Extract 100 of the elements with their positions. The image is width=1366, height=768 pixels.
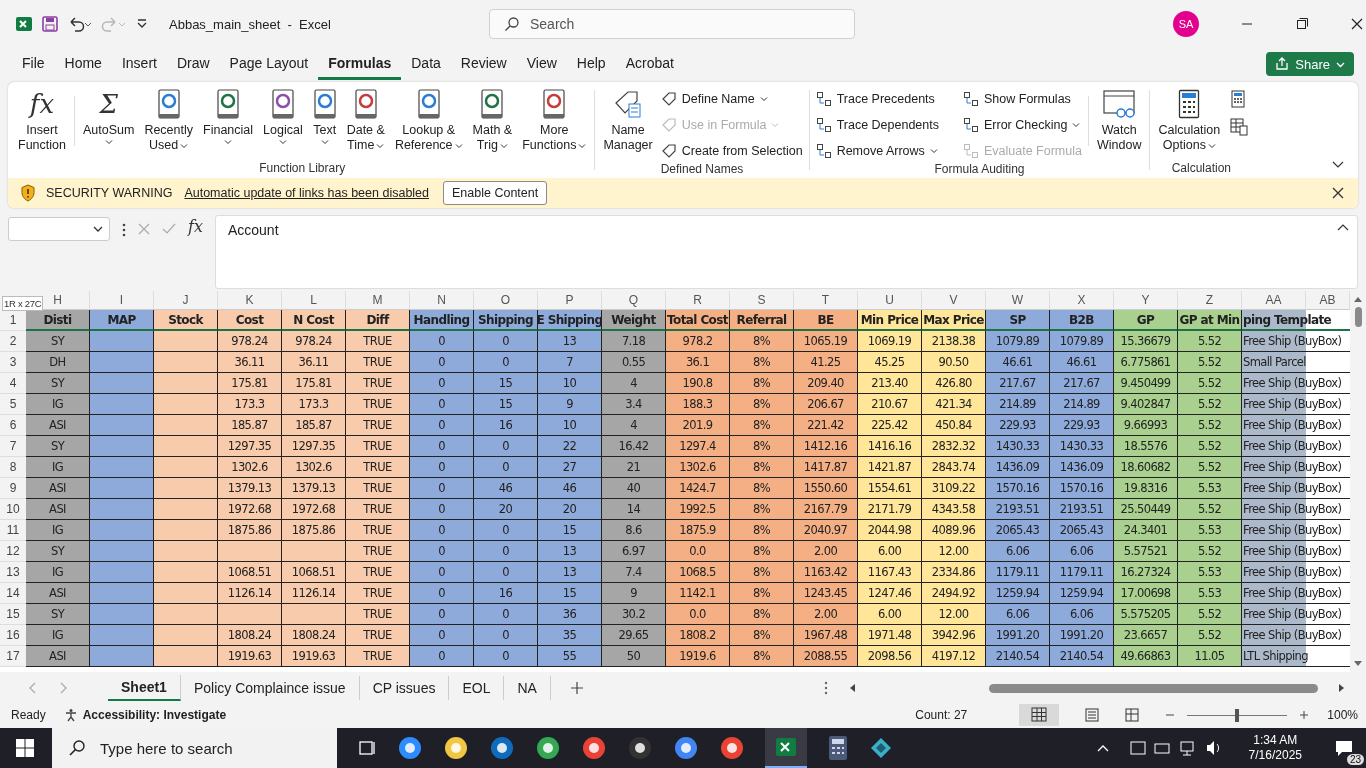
ribbon-button[interactable]: Calculation Options	[1154, 86, 1225, 155]
ribbon-button[interactable]: Name Manager	[599, 86, 657, 155]
share-button[interactable]: Share	[1266, 52, 1354, 76]
column-header[interactable]: AB	[1306, 291, 1350, 310]
ribbon-button[interactable]: Trace Precedents	[813, 88, 941, 110]
ribbon-button[interactable]: Create from Selection	[658, 140, 805, 162]
notification-icon[interactable]	[1334, 739, 1354, 757]
column-header[interactable]: R	[666, 291, 730, 310]
undo-icon[interactable]	[67, 15, 93, 33]
sheet-tab[interactable]: EOL	[449, 676, 505, 700]
row-header[interactable]: 6	[0, 415, 26, 436]
chevron-up-icon[interactable]	[1096, 743, 1109, 753]
column-header[interactable]: V	[922, 291, 986, 310]
scroll-left-icon[interactable]	[848, 683, 856, 693]
ribbon-button[interactable]: Watch Window	[1092, 86, 1146, 155]
warning-link[interactable]: Automatic update of links has been disabled	[184, 186, 429, 200]
menu-tab[interactable]: Home	[54, 48, 112, 80]
menu-tab[interactable]: Review	[450, 48, 517, 80]
sheet-calculator-icon[interactable]	[1230, 118, 1249, 136]
column-header[interactable]: N	[410, 291, 474, 310]
row-header[interactable]: 9	[0, 478, 26, 499]
scroll-right-icon[interactable]	[1338, 683, 1346, 693]
scroll-up-icon[interactable]	[1353, 295, 1363, 303]
maximize-icon[interactable]	[1295, 17, 1309, 31]
ribbon-button[interactable]: Date & Time	[342, 86, 389, 155]
column-header[interactable]: T	[794, 291, 858, 310]
app-icon[interactable]	[719, 735, 745, 761]
menu-tab[interactable]: View	[516, 48, 567, 80]
add-sheet-icon[interactable]	[570, 682, 583, 694]
sheet-tab[interactable]: NA	[504, 676, 551, 700]
ribbon-button[interactable]: Recently Used	[140, 86, 197, 155]
column-header[interactable]: O	[474, 291, 538, 310]
column-header[interactable]: L	[282, 291, 346, 310]
calculator-icon[interactable]	[1230, 90, 1247, 108]
menu-tab[interactable]: File	[12, 48, 55, 80]
diamond-icon[interactable]	[869, 736, 893, 760]
row-header[interactable]: 16	[0, 625, 26, 646]
column-header[interactable]: AA	[1242, 291, 1306, 310]
scroll-thumb[interactable]	[988, 683, 1318, 693]
scroll-down-icon[interactable]	[1353, 660, 1363, 668]
user-avatar[interactable]: SA	[1173, 11, 1199, 37]
close-icon[interactable]	[1350, 17, 1364, 31]
app-icon[interactable]	[489, 735, 515, 761]
ribbon-button[interactable]: Financial	[199, 86, 258, 148]
close-icon[interactable]	[1332, 187, 1344, 199]
page-break-icon[interactable]	[1125, 708, 1140, 722]
taskbar-search-field[interactable]: Type here to search	[52, 728, 337, 768]
menu-tab[interactable]: Acrobat	[615, 48, 684, 80]
more-icon[interactable]	[824, 681, 828, 695]
row-header[interactable]: 12	[0, 541, 26, 562]
ribbon-button[interactable]: Math & Trig	[468, 86, 517, 155]
sheet-tab[interactable]: Sheet1	[108, 675, 181, 701]
check-icon[interactable]	[162, 223, 176, 235]
spreadsheet-app-icon[interactable]	[765, 728, 807, 768]
column-header[interactable]: P	[538, 291, 602, 310]
horizontal-scrollbar[interactable]	[848, 683, 1346, 693]
ribbon-button[interactable]: Logical	[259, 86, 307, 148]
ribbon-button[interactable]: Σ AutoSum	[78, 86, 139, 148]
zoom-slider-thumb[interactable]	[1235, 708, 1240, 722]
menu-tab[interactable]: Page Layout	[219, 48, 319, 80]
ribbon-button[interactable]: Trace Dependents	[813, 114, 941, 136]
grid-view-icon[interactable]	[1019, 704, 1060, 726]
menu-tab[interactable]: Formulas	[318, 48, 402, 80]
row-header[interactable]: 15	[0, 604, 26, 625]
column-header[interactable]: M	[346, 291, 410, 310]
column-header[interactable]: I	[90, 291, 154, 310]
column-header[interactable]: J	[154, 291, 218, 310]
ribbon-button[interactable]: fx Insert Function	[14, 86, 70, 155]
column-header[interactable]: S	[730, 291, 794, 310]
scroll-thumb[interactable]	[1354, 307, 1362, 327]
app-icon[interactable]	[535, 735, 561, 761]
app-icon[interactable]	[673, 735, 699, 761]
search-field[interactable]: Search	[489, 9, 855, 39]
app-icon[interactable]	[581, 735, 607, 761]
ribbon-button[interactable]: Show Formulas	[961, 88, 1084, 110]
column-header[interactable]: U	[858, 291, 922, 310]
more-icon[interactable]	[122, 223, 126, 237]
column-header[interactable]: Q	[602, 291, 666, 310]
row-header[interactable]: 10	[0, 499, 26, 520]
row-header[interactable]: 5	[0, 394, 26, 415]
app-icon[interactable]	[397, 735, 423, 761]
column-header[interactable]: Y	[1114, 291, 1178, 310]
menu-tab[interactable]: Data	[401, 48, 451, 80]
zoom-level[interactable]: 100%	[1327, 708, 1358, 722]
ribbon-button[interactable]: Error Checking	[961, 114, 1084, 136]
save-icon[interactable]	[41, 15, 59, 33]
ribbon-button[interactable]: Text	[308, 86, 341, 148]
app-icon[interactable]	[443, 735, 469, 761]
row-header[interactable]: 1	[0, 310, 26, 331]
column-header[interactable]: Z	[1178, 291, 1242, 310]
accessibility-button[interactable]: Accessibility: Investigate	[63, 708, 227, 722]
task-view-icon[interactable]	[357, 739, 377, 757]
ribbon-button[interactable]: Remove Arrows	[813, 140, 941, 162]
row-header[interactable]: 2	[0, 331, 26, 352]
formula-field[interactable]: Account	[214, 215, 1358, 289]
menu-tab[interactable]: Help	[566, 48, 616, 80]
row-header[interactable]: 13	[0, 562, 26, 583]
ribbon-button[interactable]: Lookup & Reference	[390, 86, 467, 155]
ribbon-button[interactable]: More Functions	[518, 86, 591, 155]
sheet-tab[interactable]: Policy Complaince issue	[180, 676, 360, 700]
